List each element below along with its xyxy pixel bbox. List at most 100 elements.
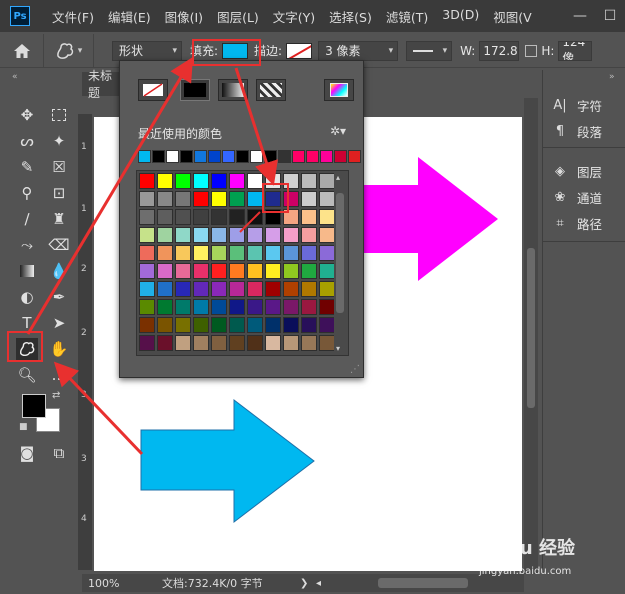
color-swatch[interactable] [247, 245, 263, 261]
color-swatch[interactable] [157, 281, 173, 297]
pen-tool-icon[interactable]: ✒ [48, 286, 70, 308]
color-swatch[interactable] [301, 227, 317, 243]
gear-icon[interactable]: ✲▾ [330, 124, 346, 138]
panel-tab-layers[interactable]: ◈ 图层 [543, 158, 625, 184]
color-swatch[interactable] [211, 281, 227, 297]
menu-item[interactable]: 图层(L) [217, 7, 259, 26]
color-swatch[interactable] [265, 245, 281, 261]
color-swatch[interactable] [319, 299, 335, 315]
quick-mask-icon[interactable]: ◙ [16, 442, 38, 464]
color-swatch[interactable] [247, 209, 263, 225]
color-swatch[interactable] [247, 227, 263, 243]
color-swatch[interactable] [193, 335, 209, 351]
color-swatch[interactable] [211, 173, 227, 189]
color-swatch[interactable] [229, 191, 245, 207]
recent-color-swatch[interactable] [278, 150, 291, 163]
color-swatch[interactable] [139, 173, 155, 189]
color-swatch[interactable] [211, 245, 227, 261]
width-input[interactable]: 172.88 [479, 40, 520, 61]
color-swatch[interactable] [247, 335, 263, 351]
history-brush-icon[interactable]: ⤳ [16, 234, 38, 256]
color-swatch[interactable] [211, 299, 227, 315]
color-swatch[interactable] [319, 335, 335, 351]
color-swatch[interactable] [211, 263, 227, 279]
mode-select[interactable]: 形状 ▾ [112, 40, 182, 61]
home-button[interactable] [0, 33, 44, 68]
recent-color-swatch[interactable] [166, 150, 179, 163]
panel-tab-character[interactable]: A| 字符 [543, 92, 625, 118]
solid-color-button[interactable] [180, 79, 210, 101]
color-swatch[interactable] [157, 335, 173, 351]
color-swatch[interactable] [175, 299, 191, 315]
color-swatch[interactable] [139, 263, 155, 279]
color-swatch[interactable] [247, 281, 263, 297]
color-swatch[interactable] [157, 191, 173, 207]
color-swatch[interactable] [175, 281, 191, 297]
menu-item[interactable]: 滤镜(T) [386, 7, 428, 26]
recent-color-swatch[interactable] [152, 150, 165, 163]
color-swatch[interactable] [283, 245, 299, 261]
recent-color-swatch[interactable] [264, 150, 277, 163]
color-swatch[interactable] [175, 173, 191, 189]
recent-color-swatch[interactable] [138, 150, 151, 163]
marquee-tool-icon[interactable] [48, 104, 70, 126]
menu-item[interactable]: 3D(D) [442, 7, 479, 26]
color-swatch[interactable] [283, 317, 299, 333]
color-swatch[interactable] [301, 281, 317, 297]
color-swatch[interactable] [193, 317, 209, 333]
color-swatch[interactable] [265, 317, 281, 333]
dodge-icon[interactable]: ◐ [16, 286, 38, 308]
color-swatch[interactable] [193, 209, 209, 225]
color-swatch[interactable] [193, 263, 209, 279]
color-swatch[interactable] [319, 281, 335, 297]
horizontal-scrollbar-thumb[interactable] [378, 578, 468, 588]
color-swatch[interactable] [193, 299, 209, 315]
color-swatch[interactable] [193, 281, 209, 297]
color-swatch[interactable] [301, 335, 317, 351]
color-swatch[interactable] [229, 335, 245, 351]
color-swatch[interactable] [229, 209, 245, 225]
color-swatch[interactable] [229, 173, 245, 189]
color-picker-button[interactable] [324, 79, 354, 101]
color-swatch[interactable] [211, 317, 227, 333]
chevron-up-icon[interactable]: ▴ [336, 173, 340, 182]
color-swatch[interactable] [247, 317, 263, 333]
color-swatch[interactable] [175, 191, 191, 207]
tool-preset-picker[interactable]: ▾ [44, 33, 94, 68]
color-swatch[interactable] [229, 281, 245, 297]
color-swatch[interactable] [247, 173, 263, 189]
magic-wand-icon[interactable]: ✦ [48, 130, 70, 152]
color-swatch[interactable] [139, 335, 155, 351]
artboard-icon[interactable]: ⊡ [48, 182, 70, 204]
color-swatch[interactable] [139, 209, 155, 225]
frame-tool-icon[interactable]: ☒ [48, 156, 70, 178]
maximize-button[interactable]: ☐ [595, 0, 625, 32]
color-swatch[interactable] [283, 227, 299, 243]
stroke-type-select[interactable]: ▾ [406, 40, 453, 61]
color-swatch[interactable] [139, 299, 155, 315]
expand-panels-icon[interactable]: » [609, 72, 615, 82]
color-swatch[interactable] [301, 191, 317, 207]
color-swatch[interactable] [175, 263, 191, 279]
stroke-width-select[interactable]: 3 像素 ▾ [318, 40, 399, 61]
color-swatch[interactable] [139, 191, 155, 207]
color-swatch[interactable] [283, 281, 299, 297]
panel-tab-paragraph[interactable]: ¶ 段落 [543, 118, 625, 144]
recent-color-swatch[interactable] [236, 150, 249, 163]
brush-icon[interactable]: ∕ [16, 208, 38, 230]
color-swatch[interactable] [319, 191, 335, 207]
color-swatch[interactable] [283, 263, 299, 279]
color-swatch[interactable] [157, 209, 173, 225]
gradient-icon[interactable] [16, 260, 38, 282]
color-swatch[interactable] [247, 299, 263, 315]
recent-color-swatch[interactable] [208, 150, 221, 163]
cyan-arrow-shape[interactable] [140, 398, 315, 524]
menu-item[interactable]: 文字(Y) [273, 7, 315, 26]
zoom-tool-icon[interactable]: 🔍︎ [16, 364, 38, 386]
screen-mode-icon[interactable]: ⧉ [48, 442, 70, 464]
color-swatch[interactable] [157, 299, 173, 315]
recent-color-swatch[interactable] [222, 150, 235, 163]
menu-item[interactable]: 文件(F) [52, 7, 94, 26]
color-swatch[interactable] [319, 317, 335, 333]
color-swatch[interactable] [175, 317, 191, 333]
